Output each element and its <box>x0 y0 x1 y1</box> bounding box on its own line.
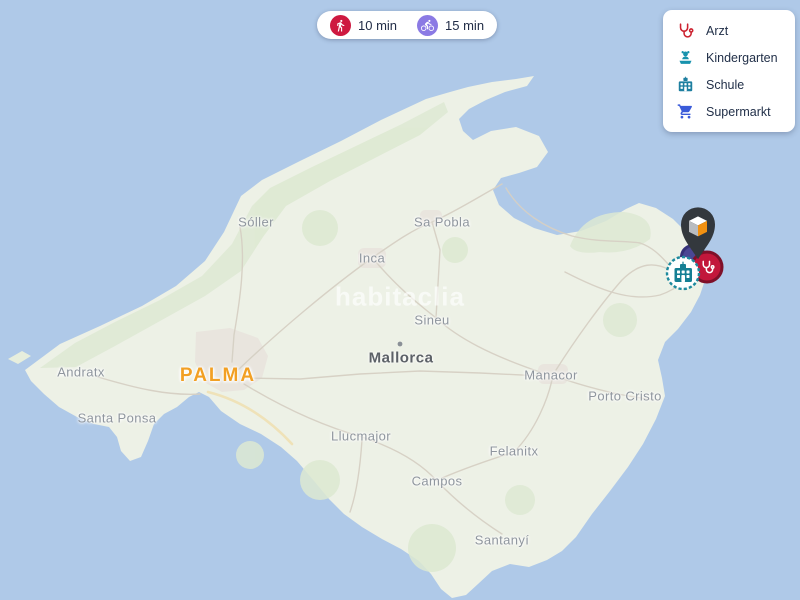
legend-label-schule: Schule <box>706 78 744 92</box>
cart-icon <box>677 103 694 120</box>
school-icon <box>677 76 694 93</box>
legend-item-arzt[interactable]: Arzt <box>677 22 781 39</box>
walk-time-toggle[interactable]: 10 min <box>330 15 397 36</box>
poi-dot <box>398 342 403 347</box>
poi-legend: Arzt Kindergarten <box>663 10 795 132</box>
travel-time-pill: 10 min 15 min <box>317 11 497 39</box>
legend-item-schule[interactable]: Schule <box>677 76 781 93</box>
bike-time-label: 15 min <box>445 18 484 33</box>
legend-item-kindergarten[interactable]: Kindergarten <box>677 49 781 66</box>
bike-time-toggle[interactable]: 15 min <box>417 15 484 36</box>
legend-label-arzt: Arzt <box>706 24 728 38</box>
cycling-icon <box>417 15 438 36</box>
capital-label: PALMA <box>180 365 256 387</box>
walk-time-label: 10 min <box>358 18 397 33</box>
legend-item-supermarkt[interactable]: Supermarkt <box>677 103 781 120</box>
map-canvas[interactable]: habitaclia Sóller Sa Pobla Inca Sineu An… <box>0 0 800 600</box>
legend-label-kindergarten: Kindergarten <box>706 51 778 65</box>
kindergarten-icon <box>677 49 694 66</box>
island-label: Mallorca <box>369 350 434 367</box>
stethoscope-icon <box>700 260 715 275</box>
stethoscope-icon <box>677 22 694 39</box>
walking-icon <box>330 15 351 36</box>
property-pin-marker[interactable] <box>679 205 717 261</box>
legend-label-supermarkt: Supermarkt <box>706 105 771 119</box>
